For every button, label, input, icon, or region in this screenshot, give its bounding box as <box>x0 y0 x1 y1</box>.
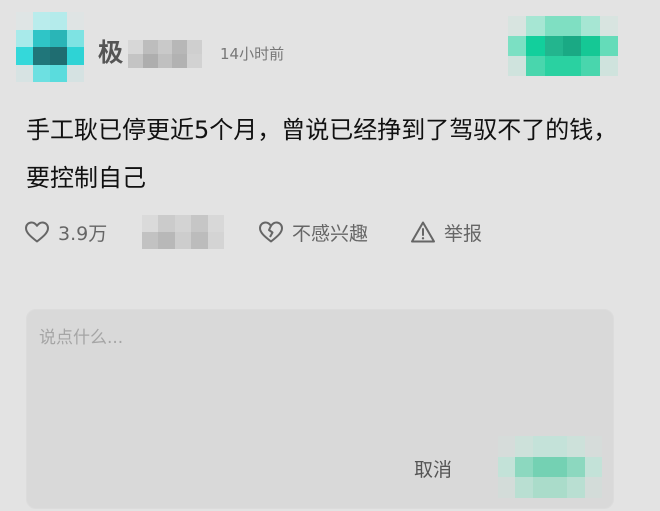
follow-button[interactable] <box>508 16 618 76</box>
share-pixel <box>174 232 192 249</box>
follow-pixel <box>544 16 563 36</box>
submit-pixel <box>550 436 568 457</box>
avatar-pixel <box>50 64 67 82</box>
follow-pixel <box>508 36 527 56</box>
avatar-pixel <box>33 64 50 82</box>
username-pixel <box>187 54 202 68</box>
username-pixel <box>157 40 173 54</box>
avatar-pixel <box>16 47 33 65</box>
submit-pixel <box>515 456 533 478</box>
report-button[interactable]: 举报 <box>410 217 482 247</box>
username-pixel <box>157 54 173 68</box>
submit-button[interactable] <box>498 436 602 498</box>
cancel-button[interactable]: 取消 <box>414 455 452 485</box>
post-timestamp: 14小时前 <box>220 45 285 63</box>
share-pixel <box>174 215 192 232</box>
avatar[interactable] <box>16 12 84 82</box>
post-content: 手工耿已停更近5个月，曾说已经挣到了驾驭不了的钱，要控制自己 <box>26 116 618 192</box>
follow-pixel <box>599 16 618 36</box>
username-redacted <box>128 40 202 68</box>
follow-pixel <box>581 16 600 36</box>
comment-input[interactable] <box>37 322 581 426</box>
share-pixel <box>191 215 208 232</box>
username-pixel <box>128 54 143 68</box>
avatar-pixel <box>67 12 84 30</box>
like-button[interactable]: 3.9万 <box>24 217 107 247</box>
avatar-pixel <box>33 47 50 65</box>
broken-heart-icon <box>258 220 284 244</box>
follow-pixel <box>544 56 563 76</box>
heart-icon <box>24 220 50 244</box>
submit-pixel <box>584 436 602 457</box>
avatar-pixel <box>50 12 67 30</box>
submit-pixel <box>498 456 516 478</box>
username-pixel <box>142 54 158 68</box>
avatar-pixel <box>33 12 50 30</box>
share-button[interactable] <box>142 215 224 249</box>
submit-pixel <box>498 436 516 457</box>
follow-pixel <box>599 56 618 76</box>
not-interested-label: 不感兴趣 <box>292 222 369 245</box>
follow-pixel <box>563 56 582 76</box>
submit-pixel <box>532 456 550 478</box>
share-pixel <box>158 232 175 249</box>
avatar-pixel <box>67 64 84 82</box>
follow-pixel <box>508 56 527 76</box>
share-pixel <box>158 215 175 232</box>
follow-pixel <box>563 16 582 36</box>
report-label: 举报 <box>444 222 483 245</box>
share-pixel <box>142 232 159 249</box>
share-pixel <box>207 215 224 232</box>
share-pixel <box>207 232 224 249</box>
submit-pixel <box>567 477 585 498</box>
username-pixel <box>172 54 188 68</box>
username-pixel <box>187 40 202 54</box>
username-pixel <box>172 40 188 54</box>
avatar-pixel <box>16 29 33 47</box>
like-count: 3.9万 <box>58 222 108 245</box>
avatar-pixel <box>16 12 33 30</box>
submit-pixel <box>532 477 550 498</box>
submit-pixel <box>532 436 550 457</box>
username-pixel <box>128 40 143 54</box>
follow-pixel <box>563 36 582 56</box>
username-initial[interactable]: 极 <box>98 36 123 70</box>
submit-pixel <box>567 456 585 478</box>
submit-pixel <box>515 477 533 498</box>
share-pixel <box>142 215 159 232</box>
follow-pixel <box>599 36 618 56</box>
submit-pixel <box>584 477 602 498</box>
not-interested-button[interactable]: 不感兴趣 <box>258 217 368 247</box>
submit-pixel <box>550 477 568 498</box>
submit-pixel <box>498 477 516 498</box>
submit-pixel <box>567 436 585 457</box>
follow-pixel <box>526 36 545 56</box>
follow-pixel <box>526 16 545 36</box>
submit-pixel <box>584 456 602 478</box>
share-pixel <box>191 232 208 249</box>
avatar-pixel <box>67 47 84 65</box>
follow-pixel <box>581 56 600 76</box>
avatar-pixel <box>33 29 50 47</box>
follow-pixel <box>526 56 545 76</box>
avatar-pixel <box>50 47 67 65</box>
submit-pixel <box>515 436 533 457</box>
avatar-pixel <box>16 64 33 82</box>
warning-triangle-icon <box>410 220 436 244</box>
follow-pixel <box>508 16 527 36</box>
username-pixel <box>142 40 158 54</box>
follow-pixel <box>581 36 600 56</box>
avatar-pixel <box>67 29 84 47</box>
avatar-pixel <box>50 29 67 47</box>
follow-pixel <box>544 36 563 56</box>
submit-pixel <box>550 456 568 478</box>
